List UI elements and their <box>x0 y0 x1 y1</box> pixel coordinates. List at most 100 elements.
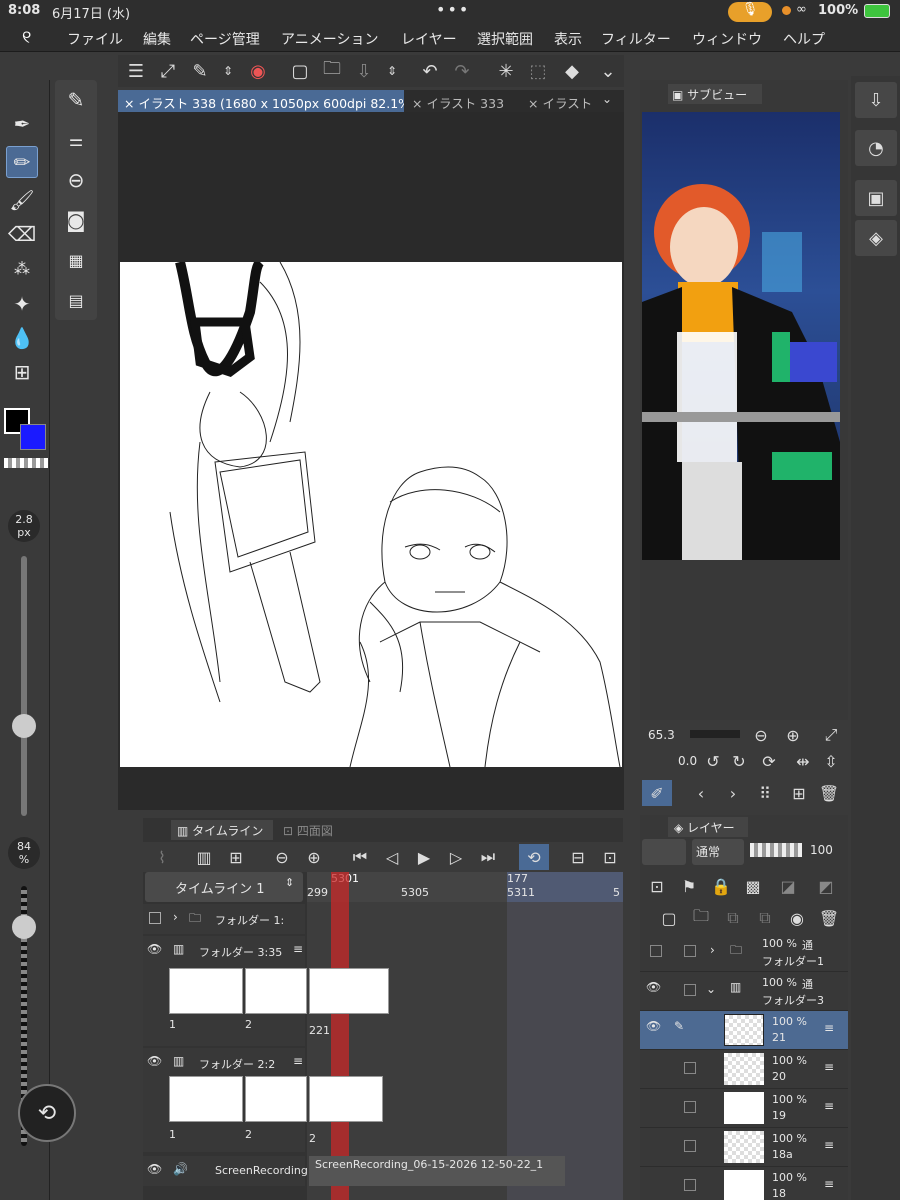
subview-zoom-slider[interactable] <box>690 730 740 738</box>
undo-icon[interactable]: ↶ <box>418 59 442 83</box>
flip-horizontal-icon[interactable]: ⇹ <box>792 750 814 772</box>
graph-icon[interactable]: ⌇ <box>151 846 173 868</box>
track-header[interactable]: 👁 🔊 ScreenRecording <box>143 1156 308 1186</box>
expand-chevron-icon[interactable]: › <box>710 943 715 957</box>
redo-icon[interactable]: ↷ <box>450 59 474 83</box>
quick-access-rotate-icon[interactable]: ⟲ <box>18 1084 76 1142</box>
menu-edit[interactable]: 編集 <box>143 29 171 49</box>
layers-icon[interactable]: ◈ <box>855 220 897 256</box>
layer-item[interactable]: 100 % 20 ≡ <box>640 1050 848 1089</box>
flip-vertical-icon[interactable]: ⇳ <box>820 750 842 772</box>
save-stepper-icon[interactable]: ⇕ <box>380 59 404 83</box>
pen-tool-icon[interactable]: ✒ <box>6 108 38 140</box>
search-help-icon[interactable]: ◔ <box>855 130 897 166</box>
tabs-dropdown-icon[interactable]: ⌄ <box>602 92 612 106</box>
lock-layer-icon[interactable]: 🔒 <box>710 875 732 897</box>
eye-icon[interactable]: 👁 <box>147 942 162 956</box>
expand-chevron-icon[interactable]: › <box>173 910 178 924</box>
selection-icon[interactable]: ⬚ <box>526 59 550 83</box>
eye-icon[interactable]: 👁 <box>147 1054 162 1068</box>
menu-selection[interactable]: 選択範囲 <box>477 29 533 49</box>
track-menu-icon[interactable]: ≡ <box>293 942 303 956</box>
navigator-icon[interactable]: ▣ <box>855 180 897 216</box>
cel-settings-icon[interactable]: ⊡ <box>599 846 621 868</box>
layer-color-select[interactable] <box>642 839 686 865</box>
reference-layer-icon[interactable]: ⚑ <box>678 875 700 897</box>
brush-size-slider-handle[interactable] <box>12 714 36 738</box>
fill-icon[interactable]: ◆ <box>560 59 584 83</box>
rotate-right-icon[interactable]: ↻ <box>728 750 750 772</box>
menu-view[interactable]: 表示 <box>554 29 582 49</box>
zoom-out-icon[interactable]: ⊖ <box>750 724 772 746</box>
brush-tool-icon[interactable]: 🖌 <box>6 184 38 216</box>
previous-image-icon[interactable]: ‹ <box>690 780 712 806</box>
menu-page[interactable]: ページ管理 <box>190 29 260 49</box>
mask-icon[interactable]: ◪ <box>774 875 802 897</box>
cel-thumbnail[interactable] <box>309 968 389 1014</box>
timeline-ruler[interactable]: 299 5305 5311 5 177 5301 <box>307 872 623 902</box>
layer-select-checkbox[interactable] <box>684 945 696 957</box>
layer-select-checkbox[interactable] <box>684 1101 696 1113</box>
sub-color-swatch[interactable] <box>20 424 46 450</box>
menu-window[interactable]: ウィンドウ <box>692 29 762 49</box>
next-frame-icon[interactable]: ▷ <box>445 846 467 868</box>
new-file-icon[interactable]: ▢ <box>288 59 312 83</box>
doc-tab[interactable]: × イラスト 333 <box>406 90 524 112</box>
timeline-zoom-out-icon[interactable]: ⊖ <box>271 846 293 868</box>
next-image-icon[interactable]: › <box>722 780 744 806</box>
timeline-tab[interactable]: ▥ タイムライン <box>171 820 273 840</box>
delete-image-icon[interactable]: 🗑 <box>818 780 840 806</box>
layer-menu-icon[interactable]: ≡ <box>824 1021 834 1035</box>
new-raster-layer-icon[interactable]: ▢ <box>658 907 680 929</box>
layer-item-selected[interactable]: 👁 ✎ 100 % 21 ≡ <box>640 1011 848 1050</box>
opacity-slider-handle[interactable] <box>12 915 36 939</box>
eye-icon[interactable]: 👁 <box>147 1162 162 1176</box>
onion-skin-icon[interactable]: ⊟ <box>567 846 589 868</box>
eyedropper-icon[interactable]: ✐ <box>642 780 672 806</box>
layer-menu-icon[interactable]: ≡ <box>824 1177 834 1191</box>
stepper-icon[interactable]: ⇕ <box>216 59 240 83</box>
fit-icon[interactable]: ⤢ <box>820 724 842 746</box>
eraser-tool-icon[interactable]: ⌫ <box>6 218 38 250</box>
new-animation-folder-icon[interactable]: ▥ <box>193 846 215 868</box>
menu-layer[interactable]: レイヤー <box>401 29 457 49</box>
ruler-icon[interactable]: ◩ <box>812 875 840 897</box>
delete-layer-icon[interactable]: 🗑 <box>818 907 840 929</box>
merge-down-icon[interactable]: ⧉ <box>722 907 744 929</box>
decoration-tool-icon[interactable]: ✦ <box>6 288 38 320</box>
layer-item[interactable]: 100 % 19 ≡ <box>640 1089 848 1128</box>
cel-thumbnail[interactable] <box>245 1076 307 1122</box>
layer-menu-icon[interactable]: ≡ <box>824 1060 834 1074</box>
cel-thumbnail[interactable] <box>245 968 307 1014</box>
loop-icon[interactable]: ⟲ <box>519 844 549 870</box>
clip-lower-layer-icon[interactable]: ⊡ <box>646 875 668 897</box>
duplicate-icon[interactable]: ⧉ <box>754 907 776 929</box>
playhead[interactable] <box>331 872 349 1200</box>
layer-visibility-checkbox[interactable] <box>650 945 662 957</box>
sub-tool-pen-icon[interactable]: ✎ <box>60 84 92 116</box>
timeline-select[interactable]: タイムライン 1 ⇕ <box>145 872 303 902</box>
layer-item[interactable]: 👁 ⌄ ▥ 100 % 通 フォルダー3 <box>640 972 848 1011</box>
eye-icon[interactable]: 👁 <box>646 1019 661 1033</box>
grid-view-icon[interactable]: ⠿ <box>754 780 776 806</box>
collapse-chevron-icon[interactable]: ⌄ <box>706 982 716 996</box>
cel-thumbnail[interactable] <box>309 1076 383 1122</box>
menu-animation[interactable]: アニメーション <box>281 29 378 49</box>
color-wheel-icon[interactable]: ◙ <box>60 204 92 236</box>
multitask-dots-icon[interactable]: ••• <box>436 0 470 19</box>
color-set-icon[interactable]: ▦ <box>60 244 92 276</box>
layer-item[interactable]: 100 % 18 ≡ <box>640 1167 848 1200</box>
layer-select-checkbox[interactable] <box>684 1179 696 1191</box>
brush-size-slider[interactable] <box>21 556 27 816</box>
drawing-canvas[interactable] <box>120 258 622 768</box>
track-menu-icon[interactable]: ≡ <box>293 1054 303 1068</box>
menu-help[interactable]: ヘルプ <box>783 29 825 49</box>
audio-clip[interactable]: ScreenRecording_06-15-2026 12-50-22_1 <box>309 1156 565 1186</box>
track-checkbox[interactable] <box>149 912 161 924</box>
clip-studio-logo-icon[interactable]: ୧ <box>22 27 31 48</box>
hamburger-menu-icon[interactable]: ☰ <box>124 59 148 83</box>
cel-thumbnail[interactable] <box>169 1076 243 1122</box>
pencil-tool-icon[interactable]: ✏ <box>6 146 38 178</box>
layer-mask-icon[interactable]: ◉ <box>786 907 808 929</box>
layer-select-checkbox[interactable] <box>684 1062 696 1074</box>
